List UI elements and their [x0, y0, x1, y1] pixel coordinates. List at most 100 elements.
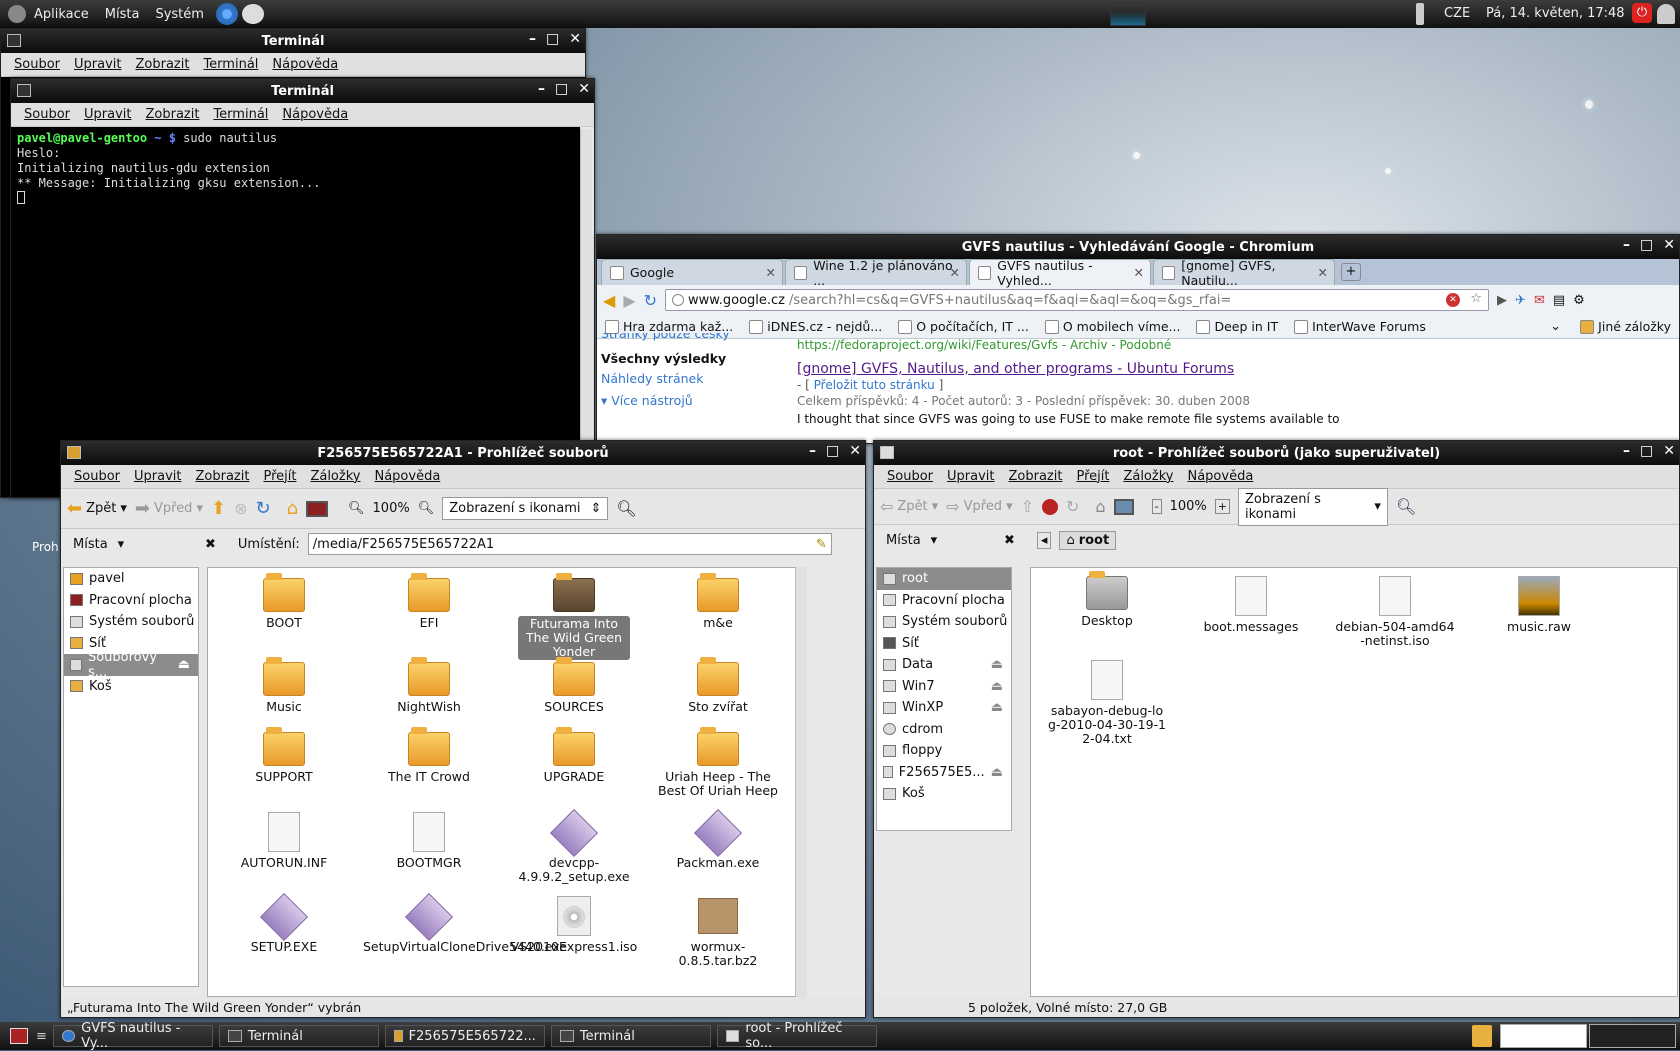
- stop-icon[interactable]: ⊗: [234, 499, 247, 518]
- title-bar[interactable]: root - Prohlížeč souborů (jako superuživ…: [874, 441, 1679, 465]
- file-item[interactable]: Desktop: [1041, 571, 1173, 628]
- place-pavel[interactable]: pavel: [64, 568, 198, 590]
- scrollbar[interactable]: [795, 567, 807, 997]
- close-button[interactable]: ✕: [578, 81, 590, 97]
- tab-gvfs-search[interactable]: GVFS nautilus - Vyhled... ✕: [969, 258, 1151, 288]
- menu-zobrazit[interactable]: Zobrazit: [138, 107, 206, 122]
- zoom-in-icon[interactable]: +: [1214, 499, 1230, 514]
- side-pane-select[interactable]: Místa ▾: [880, 530, 996, 551]
- breadcrumb-root[interactable]: ⌂ root: [1059, 530, 1117, 550]
- home-icon[interactable]: ⌂: [287, 498, 298, 519]
- menu-upravit[interactable]: Upravit: [67, 57, 128, 72]
- reload-icon[interactable]: ↻: [255, 498, 270, 519]
- file-item[interactable]: NightWish: [363, 657, 495, 714]
- place-volume[interactable]: Souborový s... ⏏: [64, 650, 198, 680]
- file-item[interactable]: BOOTMGR: [363, 812, 495, 870]
- menu-zobrazit[interactable]: Zobrazit: [128, 57, 196, 72]
- system-monitor-applet[interactable]: [1110, 2, 1146, 26]
- minimize-button[interactable]: –: [529, 31, 536, 47]
- minimize-button[interactable]: –: [538, 81, 545, 97]
- close-button[interactable]: ✕: [849, 443, 861, 459]
- filter-link[interactable]: Stránky pouze česky: [601, 333, 730, 341]
- user-icon[interactable]: [1657, 4, 1675, 24]
- place-volume[interactable]: F256575E5... ⏏: [877, 762, 1011, 784]
- page-menu-icon[interactable]: ▤: [1553, 293, 1565, 308]
- menu-napoveda[interactable]: Nápověda: [265, 57, 345, 72]
- eject-icon[interactable]: ⏏: [991, 657, 1003, 672]
- home-icon[interactable]: ⌂: [1095, 497, 1105, 516]
- eject-icon[interactable]: ⏏: [991, 765, 1003, 780]
- file-item[interactable]: SOURCES: [508, 657, 640, 714]
- omnibox[interactable]: www.google.cz/search?hl=cs&q=GVFS+nautil…: [665, 289, 1490, 311]
- bookmark-zive[interactable]: O počítačích, IT ...: [890, 319, 1037, 334]
- menu-mista[interactable]: Místa: [97, 7, 148, 22]
- file-item[interactable]: AUTORUN.INF: [218, 812, 350, 870]
- bookmark-interwave[interactable]: InterWave Forums: [1286, 319, 1434, 334]
- window-list-menu-icon[interactable]: ≡: [36, 1029, 47, 1044]
- menu-terminal[interactable]: Terminál: [196, 57, 265, 72]
- search-icon[interactable]: 🔍︎: [1396, 497, 1416, 516]
- volume-icon[interactable]: [1416, 3, 1424, 25]
- go-icon[interactable]: ▶: [1497, 293, 1507, 308]
- new-tab-button[interactable]: +: [1341, 263, 1361, 281]
- view-mode-select[interactable]: Zobrazení s ikonami ▾: [1237, 487, 1388, 526]
- file-item[interactable]: Music: [218, 657, 350, 714]
- file-item[interactable]: music.raw: [1473, 576, 1605, 634]
- place-desktop[interactable]: Pracovní plocha: [64, 590, 198, 612]
- task-terminal-2[interactable]: Terminál: [550, 1025, 711, 1047]
- file-item[interactable]: SETUP.EXE: [218, 892, 350, 954]
- star-icon[interactable]: ☆: [1470, 291, 1482, 306]
- close-button[interactable]: ✕: [569, 31, 581, 47]
- file-item[interactable]: m&e: [652, 573, 784, 630]
- bookmark-deep-in-it[interactable]: Deep in IT: [1188, 319, 1286, 334]
- menu-prejit[interactable]: Přejít: [1069, 469, 1116, 484]
- menu-system[interactable]: Systém: [147, 7, 211, 22]
- up-icon[interactable]: ⇧: [1021, 497, 1034, 516]
- file-item[interactable]: devcpp-4.9.9.2_setup.exe: [508, 808, 640, 884]
- result-url[interactable]: https://fedoraproject.org/wiki/Features/…: [797, 337, 1340, 353]
- file-item[interactable]: BOOT: [218, 573, 350, 630]
- close-side-pane-icon[interactable]: ✖: [205, 537, 216, 552]
- result-title[interactable]: [gnome] GVFS, Nautilus, and other progra…: [797, 361, 1340, 377]
- maximize-button[interactable]: □: [826, 443, 839, 459]
- eject-icon[interactable]: ⏏: [991, 679, 1003, 694]
- place-trash[interactable]: Koš: [877, 783, 1011, 805]
- workspace-switcher[interactable]: [1500, 1024, 1676, 1048]
- file-item[interactable]: EFI: [363, 573, 495, 630]
- tab-ubuntu-forums[interactable]: [gnome] GVFS, Nautilu... ✕: [1153, 258, 1335, 288]
- more-tools-link[interactable]: ▾ Více nástrojů: [601, 391, 730, 411]
- menu-upravit[interactable]: Upravit: [77, 107, 138, 122]
- maximize-button[interactable]: □: [546, 31, 559, 47]
- close-button[interactable]: ✕: [1663, 237, 1675, 253]
- menu-zalozky[interactable]: Záložky: [303, 469, 367, 484]
- file-item[interactable]: Futurama Into The Wild Green Yonder: [508, 573, 640, 660]
- location-input[interactable]: /media/F256575E565722A1 ✎: [307, 533, 832, 555]
- zoom-in-icon[interactable]: 🔍︎: [418, 501, 435, 516]
- menu-soubor[interactable]: Soubor: [67, 469, 127, 484]
- maximize-button[interactable]: □: [1640, 237, 1653, 253]
- menu-napoveda[interactable]: Nápověda: [367, 469, 447, 484]
- forward-button[interactable]: ⇨ Vpřed ▾: [946, 497, 1012, 516]
- file-item[interactable]: Sto zvířat: [652, 657, 784, 714]
- file-item[interactable]: boot.messages: [1185, 576, 1317, 634]
- menu-soubor[interactable]: Soubor: [7, 57, 67, 72]
- search-icon[interactable]: 🔍︎: [616, 499, 636, 518]
- computer-icon[interactable]: [306, 500, 329, 517]
- menu-prejit[interactable]: Přejít: [256, 469, 303, 484]
- clear-icon[interactable]: ✎: [816, 537, 827, 552]
- bookmark-idnes[interactable]: iDNES.cz - nejdů...: [741, 319, 890, 334]
- task-chromium[interactable]: GVFS nautilus - Vy...: [52, 1021, 213, 1051]
- forward-icon[interactable]: ▶: [623, 291, 635, 310]
- place-floppy[interactable]: floppy: [877, 740, 1011, 762]
- task-terminal-1[interactable]: Terminál: [218, 1025, 379, 1047]
- tab-google[interactable]: Google ✕: [601, 259, 783, 285]
- minimize-button[interactable]: –: [809, 443, 816, 459]
- bookmark-hra[interactable]: Hra zdarma kaž...: [597, 319, 741, 334]
- mail-launcher-icon[interactable]: [241, 4, 264, 24]
- task-root-file-manager[interactable]: root - Prohlížeč so...: [716, 1021, 877, 1051]
- menu-zalozky[interactable]: Záložky: [1116, 469, 1180, 484]
- tab-wine[interactable]: Wine 1.2 je plánováno ... ✕: [785, 258, 967, 288]
- menu-napoveda[interactable]: Nápověda: [1180, 469, 1260, 484]
- minimize-button[interactable]: –: [1623, 237, 1630, 253]
- desktop-icon-label[interactable]: Proh: [32, 540, 59, 554]
